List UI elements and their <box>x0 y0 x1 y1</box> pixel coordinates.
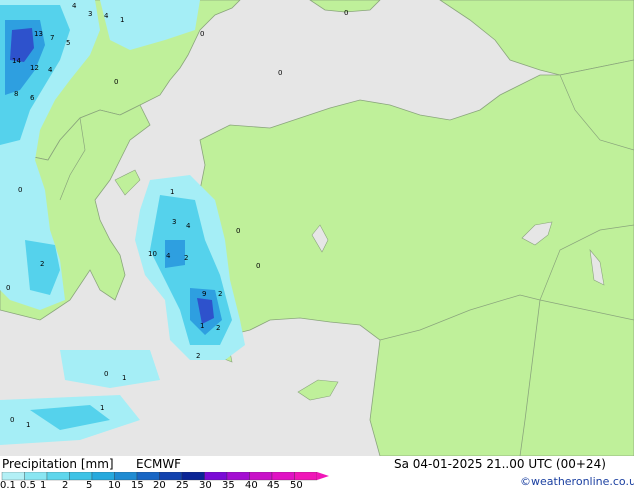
legend-tick-label: 45 <box>267 480 280 490</box>
legend-swatch <box>204 472 228 481</box>
precip-label: 3 <box>88 10 92 18</box>
precip-label: 10 <box>148 250 157 258</box>
precip-label: 3 <box>172 218 176 226</box>
legend-swatch <box>181 472 205 481</box>
precip-label: 0 <box>278 69 282 77</box>
weather-map-view: 13 7 5 14 12 4 8 6 4 3 4 1 0 0 0 0 0 2 0… <box>0 0 634 490</box>
legend-swatch <box>226 472 250 481</box>
precip-label: 4 <box>48 66 53 74</box>
legend-swatch <box>271 472 295 481</box>
precip-label: 0 <box>18 186 22 194</box>
map-footer: Precipitation [mm] ECMWF Sa 04-01-2025 2… <box>0 456 634 490</box>
legend-arrow-icon <box>317 472 329 480</box>
precip-label: 4 <box>104 12 109 20</box>
precip-label: 1 <box>100 404 104 412</box>
precip-label: 1 <box>26 421 30 429</box>
precip-label: 0 <box>104 370 108 378</box>
legend-swatch <box>1 472 25 481</box>
precip-label: 13 <box>34 30 43 38</box>
precip-label: 2 <box>196 352 200 360</box>
precip-label: 0 <box>114 78 118 86</box>
precip-label: 2 <box>218 290 222 298</box>
legend-tick-label: 40 <box>245 480 258 490</box>
precip-label: 1 <box>120 16 124 24</box>
precip-label: 0 <box>200 30 204 38</box>
legend-swatch <box>114 472 138 481</box>
precip-label: 4 <box>186 222 191 230</box>
legend-tick-label: 30 <box>199 480 212 490</box>
legend-tick-label: 0.5 <box>20 480 36 490</box>
legend-swatch <box>24 472 48 481</box>
precip-label: 0 <box>236 227 240 235</box>
footer-title: Precipitation [mm] <box>2 457 114 471</box>
legend-tick-label: 0.1 <box>0 480 16 490</box>
precip-label: 0 <box>256 262 260 270</box>
legend-tick-label: 20 <box>153 480 166 490</box>
precip-label: 7 <box>50 34 54 42</box>
precip-label: 4 <box>166 252 171 260</box>
legend-swatch <box>46 472 70 481</box>
legend-tick-label: 10 <box>108 480 121 490</box>
legend-tick-label: 25 <box>176 480 189 490</box>
land-levant <box>519 299 634 456</box>
precip-label: 6 <box>30 94 35 102</box>
footer-valid-time: Sa 04-01-2025 21..00 UTC (00+24) <box>394 457 606 471</box>
precip-label: 4 <box>72 2 77 10</box>
precip-label: 1 <box>200 322 204 330</box>
legend-swatch <box>136 472 160 481</box>
precip-label: 0 <box>10 416 14 424</box>
precipitation-map: 13 7 5 14 12 4 8 6 4 3 4 1 0 0 0 0 0 2 0… <box>0 0 634 456</box>
legend-swatch <box>91 472 115 481</box>
precip-label: 1 <box>122 374 126 382</box>
precip-label: 14 <box>12 57 21 65</box>
footer-model: ECMWF <box>136 457 182 471</box>
precip-label: 12 <box>30 64 39 72</box>
precip-label: 8 <box>14 90 18 98</box>
legend-tick-label: 1 <box>40 480 47 490</box>
precip-label: 1 <box>170 188 174 196</box>
legend-swatch <box>294 472 318 481</box>
precip-label: 2 <box>184 254 188 262</box>
precip-label: 9 <box>202 290 206 298</box>
legend-tick-label: 35 <box>222 480 235 490</box>
precip-label: 0 <box>6 284 10 292</box>
legend-swatches <box>1 472 329 481</box>
precip-label: 2 <box>216 324 220 332</box>
legend-tick-label: 5 <box>86 480 93 490</box>
legend-swatch <box>159 472 183 481</box>
legend-tick-label: 15 <box>131 480 144 490</box>
legend-swatch <box>69 472 93 481</box>
legend-swatch <box>249 472 273 481</box>
legend-tick-label: 2 <box>62 480 69 490</box>
precip-label: 0 <box>344 9 348 17</box>
precip-label: 5 <box>66 39 70 47</box>
footer-credit-link[interactable]: ©weatheronline.co.uk <box>520 475 634 488</box>
precip-label: 2 <box>40 260 44 268</box>
legend-tick-label: 50 <box>290 480 303 490</box>
